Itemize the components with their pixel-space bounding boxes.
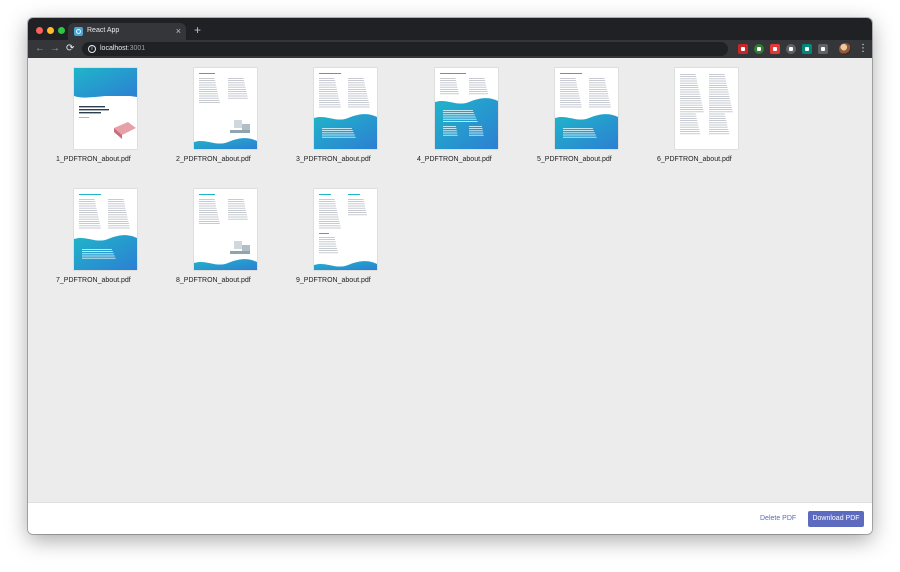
react-favicon-icon (74, 27, 83, 36)
pdf-file-name: 3_PDFTRON_about.pdf (296, 156, 371, 163)
pdf-thumbnail-item[interactable]: 3_PDFTRON_about.pdf (296, 58, 406, 170)
tab-close-icon[interactable]: × (176, 25, 181, 37)
pdf-thumbnail-item[interactable]: 8_PDFTRON_about.pdf (176, 179, 286, 291)
browser-menu-icon[interactable]: ⋮ (858, 41, 868, 57)
pdf-page-thumbnail[interactable] (314, 68, 377, 149)
pdf-thumbnail-item[interactable]: 7_PDFTRON_about.pdf (56, 179, 166, 291)
extension-icon[interactable] (738, 44, 748, 54)
pdf-thumbnail-item[interactable]: 4_PDFTRON_about.pdf (417, 58, 527, 170)
pdf-file-name: 2_PDFTRON_about.pdf (176, 156, 251, 163)
site-info-icon[interactable]: i (88, 45, 96, 53)
pdf-thumbnail-item[interactable]: 6_PDFTRON_about.pdf (657, 58, 767, 170)
pdf-file-name: 7_PDFTRON_about.pdf (56, 277, 131, 284)
pdf-page-thumbnail[interactable] (314, 189, 377, 270)
profile-avatar[interactable] (839, 43, 851, 55)
pdf-thumbnail-item[interactable]: 2_PDFTRON_about.pdf (176, 58, 286, 170)
url-host: localhost (100, 45, 128, 52)
pdf-page-thumbnail[interactable] (435, 68, 498, 149)
action-footer: Delete PDF Download PDF (28, 502, 872, 534)
tab-title: React App (87, 27, 120, 34)
extension-icon[interactable] (786, 44, 796, 54)
pdf-thumbnail-item[interactable]: 1_PDFTRON_about.pdf (56, 58, 166, 170)
pdf-page-thumbnail[interactable] (194, 68, 257, 149)
browser-tab[interactable]: React App × (68, 23, 186, 40)
address-bar[interactable]: i localhost:3001 ☆ (82, 42, 779, 56)
pdf-file-name: 1_PDFTRON_about.pdf (56, 156, 131, 163)
pdf-thumbnail-item[interactable]: 5_PDFTRON_about.pdf (537, 58, 647, 170)
pdf-file-name: 5_PDFTRON_about.pdf (537, 156, 612, 163)
zoom-window-button[interactable] (58, 27, 65, 34)
forward-icon[interactable]: → (50, 42, 60, 56)
thumbnail-grid: 1_PDFTRON_about.pdf 2_PDFTRON_about.pdf … (28, 58, 872, 502)
pdf-page-thumbnail[interactable] (74, 189, 137, 270)
pdf-page-thumbnail[interactable] (675, 68, 738, 149)
extension-icon[interactable] (770, 44, 780, 54)
extension-icon[interactable] (802, 44, 812, 54)
back-icon[interactable]: ← (35, 42, 45, 56)
extension-icon[interactable] (818, 44, 828, 54)
pdf-page-thumbnail[interactable] (74, 68, 137, 149)
delete-pdf-button[interactable]: Delete PDF (756, 511, 800, 527)
pdf-thumbnail-item[interactable]: 9_PDFTRON_about.pdf (296, 179, 406, 291)
url-port: :3001 (127, 45, 146, 52)
browser-toolbar: ← → ⟳ i localhost:3001 ☆ ⋮ (28, 40, 872, 58)
pdf-file-name: 9_PDFTRON_about.pdf (296, 277, 371, 284)
new-tab-icon[interactable]: + (194, 23, 201, 37)
pdf-page-thumbnail[interactable] (555, 68, 618, 149)
close-window-button[interactable] (36, 27, 43, 34)
download-pdf-button[interactable]: Download PDF (808, 511, 864, 527)
pdf-file-name: 4_PDFTRON_about.pdf (417, 156, 492, 163)
pdf-file-name: 8_PDFTRON_about.pdf (176, 277, 251, 284)
extension-icon[interactable] (754, 44, 764, 54)
title-bar: React App × + (28, 18, 872, 40)
pdf-page-thumbnail[interactable] (194, 189, 257, 270)
minimize-window-button[interactable] (47, 27, 54, 34)
pdf-file-name: 6_PDFTRON_about.pdf (657, 156, 732, 163)
browser-window: React App × + ← → ⟳ i localhost:3001 ☆ ⋮… (28, 18, 872, 534)
reload-icon[interactable]: ⟳ (66, 42, 74, 56)
url-text[interactable]: localhost:3001 (100, 44, 145, 54)
